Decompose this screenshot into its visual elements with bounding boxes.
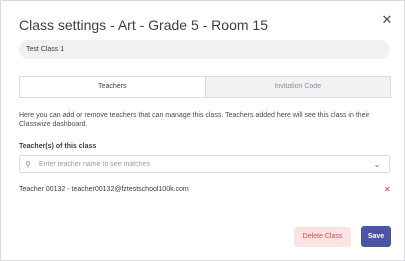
teacher-label: Teacher 00132 - teacher00132@fztestschoo… — [19, 186, 189, 193]
class-settings-dialog: Class settings - Art - Grade 5 - Room 15… — [0, 0, 405, 261]
close-icon[interactable]: ✕ — [379, 12, 395, 28]
class-name-field[interactable]: Test Class 1 — [19, 40, 390, 59]
teacher-search-box[interactable]: ⚲ ⌄ — [19, 155, 390, 173]
save-button[interactable]: Save — [361, 226, 391, 247]
teachers-description: Here you can add or remove teachers that… — [19, 112, 370, 128]
dialog-title: Class settings - Art - Grade 5 - Room 15 — [19, 17, 268, 33]
chevron-down-icon[interactable]: ⌄ — [370, 160, 384, 169]
delete-class-button[interactable]: Delete Class — [294, 227, 351, 247]
tab-bar: Teachers Invitation Code — [19, 76, 391, 98]
teacher-list-item: Teacher 00132 - teacher00132@fztestschoo… — [19, 185, 391, 196]
tab-teachers[interactable]: Teachers — [20, 77, 205, 97]
search-icon: ⚲ — [25, 159, 31, 169]
teacher-search-input[interactable] — [39, 156, 370, 172]
teachers-section-label: Teacher(s) of this class — [19, 143, 97, 150]
remove-icon[interactable]: ✕ — [384, 185, 391, 194]
tab-invitation-code[interactable]: Invitation Code — [204, 77, 390, 97]
